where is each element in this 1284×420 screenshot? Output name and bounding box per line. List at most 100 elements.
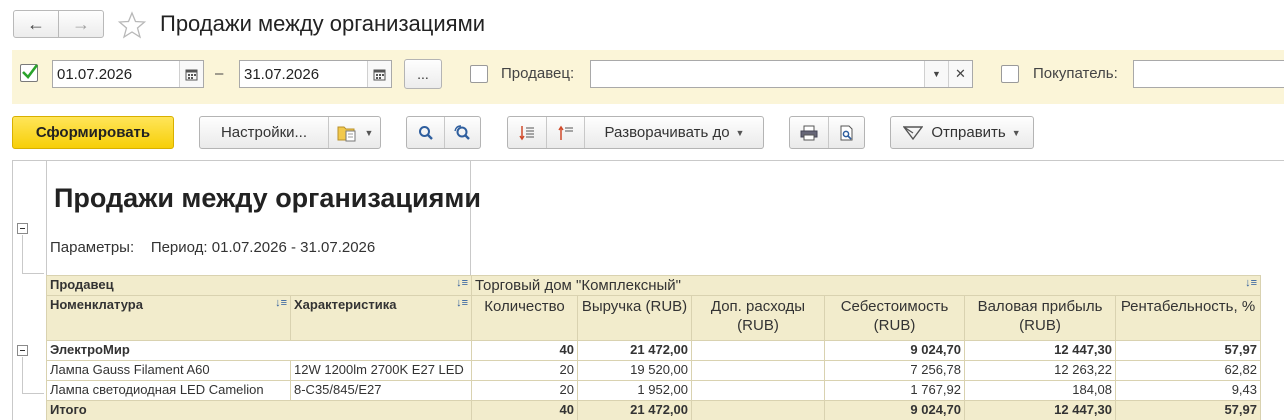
report-title: Продажи между организациями	[54, 183, 481, 213]
header-organization[interactable]: Торговый дом "Комплексный" ↓≡	[471, 275, 1261, 296]
check-icon	[22, 64, 39, 79]
collapse-group-icon[interactable]	[17, 345, 28, 356]
seller-checkbox[interactable]	[470, 65, 488, 83]
calendar-icon[interactable]	[179, 61, 203, 87]
header-revenue[interactable]: Выручка (RUB)	[577, 295, 692, 341]
print-preview-button[interactable]	[828, 117, 865, 148]
group-name: ЭлектроМир	[46, 340, 472, 361]
chevron-down-icon: ▼	[1011, 127, 1021, 138]
table-row[interactable]: Лампа Gauss Filament A60 12W 1200lm 2700…	[46, 360, 1261, 381]
row-extra-costs	[691, 360, 825, 381]
header-characteristic[interactable]: Характеристика ↓≡	[290, 295, 472, 341]
table-row[interactable]: Лампа светодиодная LED Camelion 8-C35/84…	[46, 380, 1261, 401]
total-label: Итого	[46, 400, 472, 420]
collapse-all-icon	[557, 125, 573, 140]
collapse-all-button[interactable]	[546, 117, 584, 148]
header-gross-profit[interactable]: Валовая прибыль (RUB)	[964, 295, 1116, 341]
total-profitability: 57,97	[1115, 400, 1261, 420]
total-quantity: 40	[471, 400, 578, 420]
search-next-button[interactable]	[444, 117, 481, 148]
print-preview-icon	[840, 125, 853, 140]
search-icon	[418, 125, 433, 140]
tree-line	[22, 393, 44, 394]
row-profitability: 9,43	[1115, 380, 1261, 401]
table-row-group[interactable]: ЭлектроМир 40 21 472,00 9 024,70 12 447,…	[46, 340, 1261, 361]
header-seller[interactable]: Продавец ↓≡	[46, 275, 472, 296]
title-bar: ← → Продажи между организациями	[0, 0, 1284, 50]
group-profitability: 57,97	[1115, 340, 1261, 361]
header-quantity[interactable]: Количество	[471, 295, 578, 341]
expand-all-button[interactable]	[508, 117, 546, 148]
sort-icon: ↓≡	[456, 297, 468, 309]
row-gross-profit: 12 263,22	[964, 360, 1116, 381]
group-quantity: 40	[471, 340, 578, 361]
tree-line	[22, 357, 23, 393]
group-revenue: 21 472,00	[577, 340, 692, 361]
clear-icon[interactable]: ✕	[948, 61, 972, 87]
row-quantity: 20	[471, 360, 578, 381]
expand-to-button[interactable]: Разворачивать до ▼	[584, 117, 764, 148]
chevron-down-icon[interactable]: ▼	[924, 61, 948, 87]
tree-line	[22, 235, 23, 273]
header-profitability[interactable]: Рентабельность, %	[1115, 295, 1261, 341]
header-nomenclature-label: Номенклатура	[50, 297, 143, 312]
star-icon[interactable]	[117, 10, 147, 40]
row-revenue: 1 952,00	[577, 380, 692, 401]
row-characteristic: 12W 1200lm 2700K E27 LED	[290, 360, 472, 381]
settings-button[interactable]: Настройки...	[200, 117, 328, 148]
search-button[interactable]	[407, 117, 444, 148]
total-extra-costs	[691, 400, 825, 420]
row-nomenclature: Лампа Gauss Filament A60	[46, 360, 291, 381]
sort-icon: ↓≡	[1245, 277, 1257, 289]
row-extra-costs	[691, 380, 825, 401]
send-label: Отправить	[931, 124, 1006, 141]
arrow-left-icon: ←	[27, 13, 45, 34]
row-quantity: 20	[471, 380, 578, 401]
date-to-field[interactable]: 31.07.2026	[239, 60, 392, 88]
header-cost[interactable]: Себестоимость (RUB)	[824, 295, 965, 341]
back-button[interactable]: ←	[13, 10, 59, 38]
period-dash: –	[215, 65, 224, 82]
period-select-button[interactable]: ...	[404, 59, 442, 89]
seller-label: Продавец:	[501, 65, 575, 82]
row-characteristic: 8-C35/845/E27	[290, 380, 472, 401]
buyer-checkbox[interactable]	[1001, 65, 1019, 83]
send-button[interactable]: Отправить ▼	[890, 116, 1034, 149]
search-next-icon	[454, 124, 470, 140]
search-group	[406, 116, 481, 149]
print-button[interactable]	[790, 117, 828, 148]
buyer-field[interactable]	[1133, 60, 1284, 88]
grouping-group: Разворачивать до ▼	[507, 116, 764, 149]
calendar-icon[interactable]	[367, 61, 391, 87]
arrow-right-icon: →	[72, 13, 90, 34]
header-extra-costs[interactable]: Доп. расходы (RUB)	[691, 295, 825, 341]
variant-menu-button[interactable]: ▼	[328, 117, 381, 148]
printer-icon	[800, 125, 818, 140]
chevron-down-icon: ▼	[364, 127, 374, 138]
table-row-total[interactable]: Итого 40 21 472,00 9 024,70 12 447,30 57…	[46, 400, 1261, 420]
total-cost: 9 024,70	[824, 400, 965, 420]
expand-to-label: Разворачивать до	[604, 124, 730, 141]
row-revenue: 19 520,00	[577, 360, 692, 381]
seller-field[interactable]: ▼ ✕	[590, 60, 973, 88]
tree-line	[22, 273, 44, 274]
buyer-label: Покупатель:	[1033, 65, 1118, 82]
date-from-field[interactable]: 01.07.2026	[52, 60, 204, 88]
generate-button[interactable]: Сформировать	[12, 116, 174, 149]
sort-icon: ↓≡	[275, 297, 287, 309]
group-gross-profit: 12 447,30	[964, 340, 1116, 361]
report-area[interactable]: Продажи между организациями Параметры: П…	[12, 160, 1284, 420]
header-seller-label: Продавец	[50, 277, 114, 292]
print-group	[789, 116, 865, 149]
group-cost: 9 024,70	[824, 340, 965, 361]
column-divider	[470, 161, 471, 275]
header-organization-label: Торговый дом "Комплексный"	[475, 277, 681, 294]
row-cost: 1 767,92	[824, 380, 965, 401]
header-nomenclature[interactable]: Номенклатура ↓≡	[46, 295, 291, 341]
page-title: Продажи между организациями	[160, 11, 485, 36]
forward-button[interactable]: →	[58, 10, 104, 38]
collapse-header-icon[interactable]	[17, 223, 28, 234]
row-profitability: 62,82	[1115, 360, 1261, 381]
row-cost: 7 256,78	[824, 360, 965, 381]
period-checkbox[interactable]	[20, 64, 39, 82]
